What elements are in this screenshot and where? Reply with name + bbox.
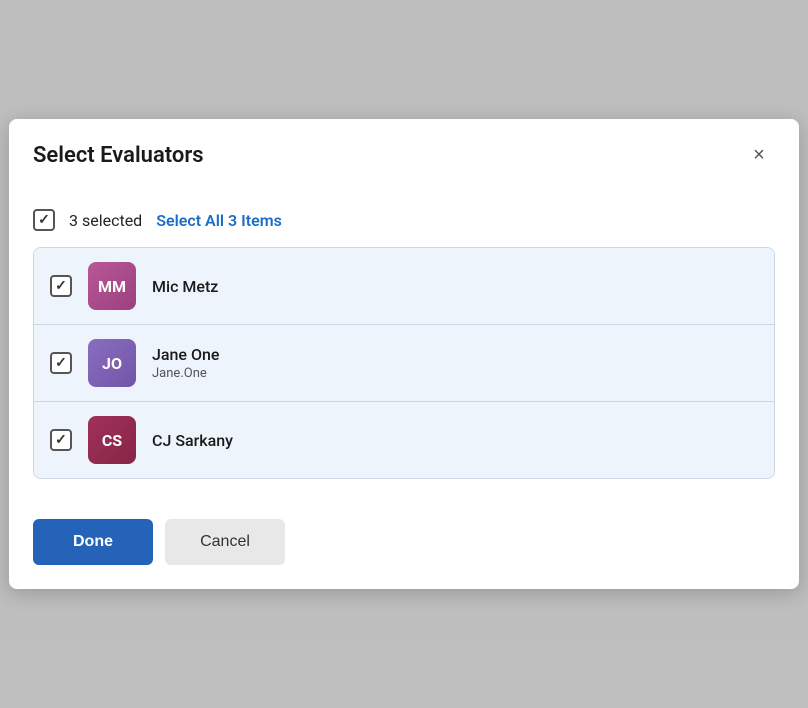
select-all-checkbox-wrap[interactable]: ✓ [33, 209, 55, 231]
item-name-mm: Mic Metz [152, 277, 218, 296]
selected-count-label: 3 selected [69, 211, 142, 230]
checkmark-icon: ✓ [38, 213, 50, 227]
modal-dialog: Select Evaluators × ✓ 3 selected Select … [9, 119, 799, 589]
item-name-cs: CJ Sarkany [152, 431, 233, 450]
item-checkbox-wrap-mm[interactable]: ✓ [50, 275, 72, 297]
item-checkbox-wrap-cs[interactable]: ✓ [50, 429, 72, 451]
list-item[interactable]: ✓ JO Jane One Jane.One [34, 325, 774, 402]
cancel-button[interactable]: Cancel [165, 519, 285, 565]
modal-header: Select Evaluators × [9, 119, 799, 187]
modal-title: Select Evaluators [33, 143, 204, 168]
item-info-cs: CJ Sarkany [152, 431, 233, 450]
avatar-initials: CS [102, 431, 122, 450]
avatar-initials: JO [102, 354, 122, 373]
select-all-checkbox[interactable]: ✓ [33, 209, 55, 231]
avatar-cs: CS [88, 416, 136, 464]
select-all-row: ✓ 3 selected Select All 3 Items [33, 197, 775, 247]
modal-body: ✓ 3 selected Select All 3 Items ✓ MM [9, 187, 799, 499]
checkmark-icon: ✓ [55, 433, 67, 447]
list-item[interactable]: ✓ MM Mic Metz [34, 248, 774, 325]
avatar-mm: MM [88, 262, 136, 310]
list-item[interactable]: ✓ CS CJ Sarkany [34, 402, 774, 478]
modal-overlay: Select Evaluators × ✓ 3 selected Select … [0, 0, 808, 708]
item-info-mm: Mic Metz [152, 277, 218, 296]
close-button[interactable]: × [743, 139, 775, 171]
select-all-link[interactable]: Select All 3 Items [156, 211, 282, 230]
modal-footer: Done Cancel [9, 499, 799, 589]
avatar-jo: JO [88, 339, 136, 387]
item-info-jo: Jane One Jane.One [152, 345, 219, 381]
avatar-initials: MM [98, 277, 126, 296]
item-checkbox-wrap-jo[interactable]: ✓ [50, 352, 72, 374]
evaluator-list: ✓ MM Mic Metz ✓ [33, 247, 775, 479]
item-checkbox-mm[interactable]: ✓ [50, 275, 72, 297]
item-subtitle-jo: Jane.One [152, 366, 219, 381]
item-checkbox-jo[interactable]: ✓ [50, 352, 72, 374]
checkmark-icon: ✓ [55, 356, 67, 370]
done-button[interactable]: Done [33, 519, 153, 565]
checkmark-icon: ✓ [55, 279, 67, 293]
item-checkbox-cs[interactable]: ✓ [50, 429, 72, 451]
item-name-jo: Jane One [152, 345, 219, 364]
